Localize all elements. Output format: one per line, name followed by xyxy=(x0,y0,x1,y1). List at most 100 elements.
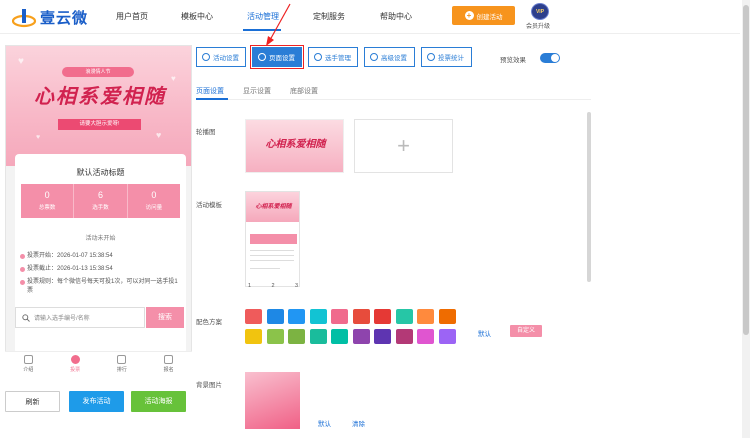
color-swatch[interactable] xyxy=(417,329,434,344)
activity-status: 活动未开始 xyxy=(85,236,116,242)
carousel-image[interactable]: 心相系爱相随 xyxy=(245,119,344,173)
tab-label: 介绍 xyxy=(23,367,34,373)
vote-statistics-button[interactable]: 投票统计 xyxy=(421,47,472,67)
toolbar-label: 投票统计 xyxy=(438,55,464,62)
rule-text: 投票规则：每个微信号每天可投1次，可以对同一选手投1票 xyxy=(27,279,178,294)
tab-vote[interactable]: 投票 xyxy=(52,352,99,378)
color-swatch[interactable] xyxy=(352,329,370,344)
search-icon xyxy=(22,313,30,322)
color-swatch-grid xyxy=(245,309,460,344)
color-swatch[interactable] xyxy=(352,309,370,324)
tab-intro[interactable]: 介绍 xyxy=(5,352,52,378)
stat-number: 0 xyxy=(151,190,157,200)
background-image-label: 背景图片 xyxy=(196,382,222,389)
stats-bar: 0 总票数 6 选手数 0 访问量 xyxy=(21,184,180,218)
page-settings-button[interactable]: 页面设置 xyxy=(250,45,304,69)
color-swatch[interactable] xyxy=(309,329,327,344)
vip-icon[interactable]: VIP xyxy=(531,3,549,20)
subtab-display-settings[interactable]: 显示设置 xyxy=(243,86,271,96)
background-default-link[interactable]: 默认 xyxy=(318,418,331,428)
template-label: 活动模板 xyxy=(196,202,222,209)
add-carousel-button[interactable]: + xyxy=(354,119,453,173)
preview-banner: ♥ ♥ ♥ ♥ 浪漫情人节 心相系爱相随 请要大胆示爱呀! xyxy=(6,46,191,166)
create-activity-label: 创建活动 xyxy=(476,13,503,21)
color-swatch[interactable] xyxy=(374,309,391,324)
chart-icon xyxy=(427,53,435,61)
bullet-icon xyxy=(20,280,25,285)
color-custom-button[interactable]: 自定义 xyxy=(510,325,542,337)
color-swatch[interactable] xyxy=(288,329,305,344)
heart-icon: ♥ xyxy=(36,134,41,141)
color-swatch[interactable] xyxy=(331,329,348,344)
user-icon xyxy=(70,355,80,364)
template-page-number[interactable]: 1 xyxy=(248,283,251,289)
color-swatch[interactable] xyxy=(395,329,413,344)
template-page-number[interactable]: 2 xyxy=(271,283,274,289)
search-placeholder: 请输入选手编号/名称 xyxy=(34,316,90,322)
background-clear-link[interactable]: 清除 xyxy=(352,418,365,428)
toolbar-label: 选手管理 xyxy=(325,55,351,62)
color-swatch[interactable] xyxy=(438,329,456,344)
color-swatch[interactable] xyxy=(266,309,284,324)
contestant-search-input[interactable]: 请输入选手编号/名称 xyxy=(15,307,145,328)
stat-number: 6 xyxy=(97,190,103,200)
subtab-page-settings[interactable]: 页面设置 xyxy=(196,86,224,96)
advanced-settings-button[interactable]: 高级设置 xyxy=(364,47,415,67)
toolbar-label: 页面设置 xyxy=(269,55,295,62)
color-swatch[interactable] xyxy=(395,309,413,324)
tab-signup[interactable]: 报名 xyxy=(145,352,192,378)
subtab-footer-settings[interactable]: 底部设置 xyxy=(290,86,318,96)
vip-upgrade-link[interactable]: 会员升级 xyxy=(526,21,550,30)
activity-poster-button[interactable]: 活动海报 xyxy=(131,391,186,412)
template-line xyxy=(250,255,294,256)
color-swatch[interactable] xyxy=(266,329,284,344)
heart-icon: ♥ xyxy=(156,130,162,140)
color-default-link[interactable]: 默认 xyxy=(478,328,491,338)
activity-settings-button[interactable]: 活动设置 xyxy=(196,47,246,67)
toolbar-label: 活动设置 xyxy=(213,55,239,62)
template-page-number[interactable]: 3 xyxy=(295,283,298,289)
color-swatch[interactable] xyxy=(245,329,262,344)
template-line xyxy=(250,260,294,261)
background-image-thumbnail[interactable] xyxy=(245,372,300,429)
tab-ranking[interactable]: 排行 xyxy=(99,352,146,378)
publish-activity-button[interactable]: 发布活动 xyxy=(69,391,124,412)
toolbar-label: 高级设置 xyxy=(381,55,407,62)
preview-effect-toggle[interactable] xyxy=(540,53,560,63)
preview-effect-label: 预览效果 xyxy=(500,57,526,64)
template-title: 心相系爱相随 xyxy=(255,203,292,210)
brand-logo[interactable]: 壹云微 xyxy=(12,6,88,28)
nav-custom-service[interactable]: 定制服务 xyxy=(313,11,345,22)
search-button[interactable]: 搜索 xyxy=(146,307,184,328)
template-banner: 心相系爱相随 xyxy=(246,192,299,222)
nav-help-center[interactable]: 帮助中心 xyxy=(380,11,412,22)
create-activity-button[interactable]: + 创建活动 xyxy=(452,6,515,25)
color-swatch[interactable] xyxy=(309,309,327,324)
settings-scrollbar[interactable] xyxy=(587,112,591,282)
nav-template-center[interactable]: 模板中心 xyxy=(181,11,213,22)
plus-icon: + xyxy=(464,11,474,20)
subtab-active-indicator xyxy=(196,98,228,100)
intro-icon xyxy=(23,355,33,364)
stat-contestants: 6 选手数 xyxy=(74,184,128,218)
brand-name: 壹云微 xyxy=(40,9,89,27)
sliders-icon xyxy=(370,53,378,61)
nav-user-home[interactable]: 用户首页 xyxy=(116,11,148,22)
color-swatch[interactable] xyxy=(245,309,262,324)
color-swatch[interactable] xyxy=(374,329,391,344)
stat-number: 0 xyxy=(44,190,50,200)
contestant-management-button[interactable]: 选手管理 xyxy=(308,47,358,67)
activity-template-thumbnail[interactable]: 心相系爱相随 xyxy=(245,191,300,287)
refresh-button[interactable]: 刷新 xyxy=(5,391,60,412)
vote-start-rule: 投票开始：2026-01-07 15:38:54 xyxy=(20,252,180,261)
color-swatch[interactable] xyxy=(417,309,434,324)
red-arrow-annotation xyxy=(266,3,291,46)
logo-icon xyxy=(12,9,37,28)
settings-icon xyxy=(202,53,210,61)
color-swatch[interactable] xyxy=(438,309,456,324)
bullet-icon xyxy=(20,267,25,272)
color-swatch[interactable] xyxy=(288,309,305,324)
page-scrollbar-thumb[interactable] xyxy=(743,5,749,335)
color-swatch[interactable] xyxy=(331,309,348,324)
template-stats xyxy=(250,234,297,244)
